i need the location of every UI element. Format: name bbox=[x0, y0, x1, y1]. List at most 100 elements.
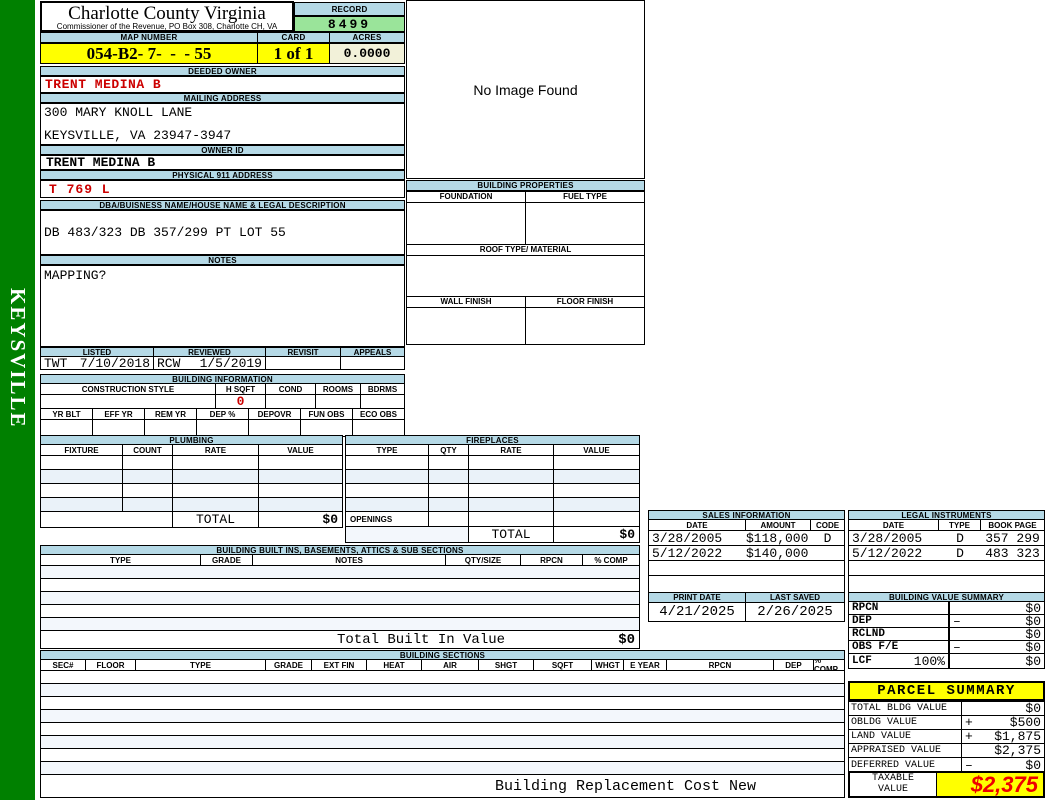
parcel-row-name: LAND VALUE bbox=[851, 731, 912, 742]
sales-row: 5/12/2022 $140,000 bbox=[649, 546, 844, 561]
remyr-header: REM YR bbox=[145, 409, 197, 419]
legal-description-label: DBA/BUISNESS NAME/HOUSE NAME & LEGAL DES… bbox=[40, 200, 405, 210]
rpcn-header: RPCN bbox=[667, 660, 774, 670]
print-date-header: PRINT DATE bbox=[649, 593, 746, 602]
bvs-row: DEP – $0 bbox=[849, 615, 1044, 628]
bi-rpcn-header: RPCN bbox=[521, 555, 583, 565]
sections-footer-label: Building Replacement Cost New bbox=[495, 777, 757, 795]
mailing-address-box: 300 MARY KNOLL LANE KEYSVILLE, VA 23947-… bbox=[40, 103, 405, 145]
legal-row: 5/12/2022 D 483 323 bbox=[849, 546, 1044, 561]
fireplaces-row bbox=[346, 484, 639, 498]
no-image-text: No Image Found bbox=[473, 81, 578, 98]
fireplaces-total-value: $0 bbox=[554, 527, 639, 542]
legal-date-cell: 3/28/2005 bbox=[852, 531, 923, 545]
parcel-row-value: $0 bbox=[1025, 702, 1041, 715]
bvs-name: OBS F/E bbox=[852, 641, 899, 653]
construction-style-header: CONSTRUCTION STYLE bbox=[41, 384, 216, 394]
sections-row bbox=[41, 736, 844, 749]
print-saved-header-row: PRINT DATE LAST SAVED bbox=[649, 593, 844, 603]
notes-label: NOTES bbox=[40, 255, 405, 265]
building-value-summary-label: BUILDING VALUE SUMMARY bbox=[848, 592, 1045, 602]
legal-instruments-table: DATE TYPE BOOK PAGE 3/28/2005 D 357 299 … bbox=[848, 520, 1045, 593]
air-header: AIR bbox=[422, 660, 479, 670]
bvs-name: RPCN bbox=[852, 602, 879, 614]
plumbing-total-value: $0 bbox=[322, 512, 338, 527]
sales-row bbox=[649, 561, 844, 576]
taxable-value-row: TAXABLE VALUE $2,375 bbox=[848, 771, 1045, 798]
parcel-row-value: $500 bbox=[1009, 716, 1041, 729]
reviewed-date: 1/5/2019 bbox=[199, 357, 262, 369]
fireplaces-total-label: TOTAL bbox=[469, 527, 554, 542]
legal-type-cell: D bbox=[956, 531, 964, 545]
legal-date-cell: 5/12/2022 bbox=[852, 546, 923, 560]
bvs-name: DEP bbox=[852, 615, 872, 627]
county-subtitle: Commissioner of the Revenue, PO Box 308,… bbox=[56, 22, 278, 31]
deeded-owner-label: DEEDED OWNER bbox=[40, 66, 405, 76]
sections-row bbox=[41, 697, 844, 710]
reviewed-by: RCW bbox=[157, 357, 181, 369]
mailing-address-label: MAILING ADDRESS bbox=[40, 93, 405, 103]
fp-qty-header: QTY bbox=[429, 445, 469, 455]
rate-header: RATE bbox=[173, 445, 259, 455]
fireplaces-total-row: TOTAL $0 bbox=[346, 527, 639, 542]
plumbing-row bbox=[41, 470, 342, 484]
depovr-header: DEPOVR bbox=[249, 409, 301, 419]
bvs-value: $0 bbox=[1025, 641, 1041, 653]
sales-code-cell bbox=[811, 546, 844, 560]
funobs-header: FUN OBS bbox=[301, 409, 353, 419]
physical-address-value: T 769 L bbox=[40, 180, 405, 198]
builtins-row bbox=[41, 566, 639, 579]
sections-row bbox=[41, 671, 844, 684]
plumbing-total-label: TOTAL bbox=[173, 512, 259, 527]
builtins-total-label: Total Built In Value bbox=[337, 631, 506, 648]
cond-header: COND bbox=[266, 384, 316, 394]
taxable-value-label: TAXABLE VALUE bbox=[850, 773, 936, 796]
legal-date-header: DATE bbox=[849, 520, 939, 530]
record-label: RECORD bbox=[294, 2, 405, 16]
builtins-row bbox=[41, 605, 639, 618]
building-sections-table: SEC# FLOOR TYPE GRADE EXT FIN HEAT AIR S… bbox=[40, 660, 845, 798]
eyear-header: E YEAR bbox=[624, 660, 667, 670]
print-date-value: 4/21/2025 bbox=[649, 603, 746, 621]
reviewed-cell: RCW 1/5/2019 bbox=[154, 357, 266, 369]
county-title-box: Charlotte County Virginia Commissioner o… bbox=[40, 1, 294, 32]
bvs-value: $0 bbox=[1025, 602, 1041, 614]
legal-header-row: DATE TYPE BOOK PAGE bbox=[849, 520, 1044, 531]
card-value: 1 of 1 bbox=[257, 43, 330, 64]
fp-value-header: VALUE bbox=[554, 445, 639, 455]
shgt-header: SHGT bbox=[479, 660, 534, 670]
sales-table: DATE AMOUNT CODE 3/28/2005 $118,000 D 5/… bbox=[648, 520, 845, 593]
parcel-row-name: APPRAISED VALUE bbox=[851, 745, 942, 756]
type-header: TYPE bbox=[136, 660, 266, 670]
taxable-value-amount: $2,375 bbox=[970, 771, 1038, 797]
legal-instruments-label: LEGAL INSTRUMENTS bbox=[848, 510, 1045, 520]
county-title: Charlotte County Virginia bbox=[68, 3, 266, 24]
builtins-row bbox=[41, 618, 639, 631]
yrblt-header: YR BLT bbox=[41, 409, 93, 419]
fireplaces-header-row: TYPE QTY RATE VALUE bbox=[346, 445, 639, 456]
sales-date-cell: 3/28/2005 bbox=[652, 531, 723, 545]
fuel-type-value-box bbox=[525, 202, 645, 245]
legal-row: 3/28/2005 D 357 299 bbox=[849, 531, 1044, 546]
hsqft-value: 0 bbox=[216, 395, 266, 408]
visits-header-row: LISTED REVIEWED REVISIT APPEALS bbox=[41, 348, 404, 357]
taxable-label-line2: VALUE bbox=[877, 783, 908, 795]
parcel-row-sign: – bbox=[965, 758, 973, 772]
parcel-row-name: TOTAL BLDG VALUE bbox=[851, 703, 948, 714]
bi-value-row-2 bbox=[41, 420, 404, 436]
grade-header: GRADE bbox=[266, 660, 312, 670]
builtins-total-row: Total Built In Value $0 bbox=[41, 631, 639, 648]
sales-code-cell: D bbox=[823, 531, 832, 545]
sales-amount-header: AMOUNT bbox=[746, 520, 811, 530]
dep-header: DEP bbox=[774, 660, 814, 670]
listed-date: 7/10/2018 bbox=[79, 357, 150, 369]
bi-notes-header: NOTES bbox=[253, 555, 446, 565]
construction-style-value bbox=[41, 395, 216, 408]
roof-type-value-box bbox=[406, 255, 645, 297]
fp-rate-header: RATE bbox=[469, 445, 554, 455]
appeals-header: APPEALS bbox=[341, 348, 404, 356]
visits-value-row: TWT 7/10/2018 RCW 1/5/2019 bbox=[41, 357, 404, 369]
building-sections-label: BUILDING SECTIONS bbox=[40, 650, 845, 660]
legal-description-value: DB 483/323 DB 357/299 PT LOT 55 bbox=[40, 210, 405, 255]
bvs-name: RCLND bbox=[852, 628, 886, 640]
